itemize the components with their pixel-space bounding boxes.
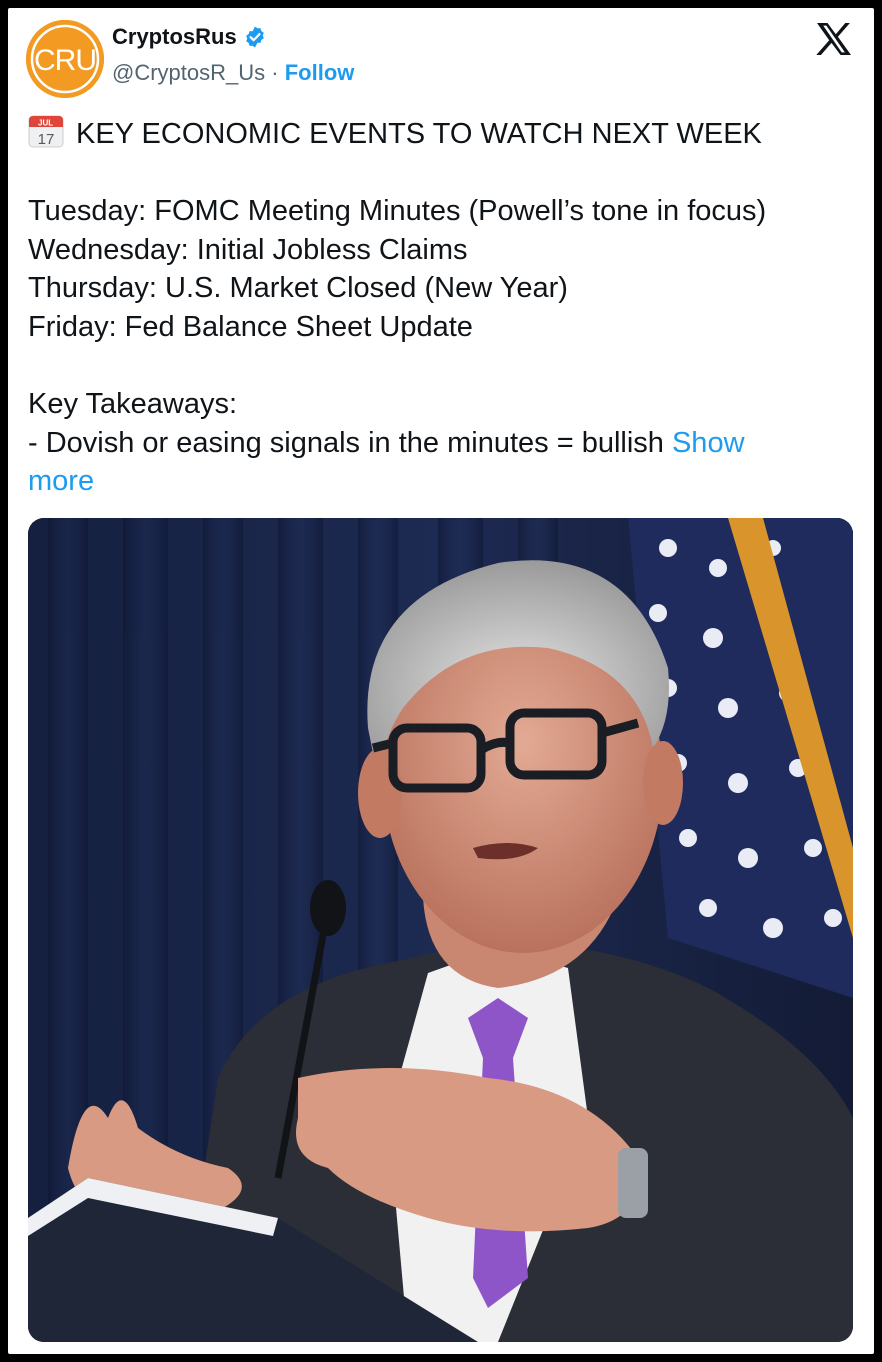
author-name[interactable]: CryptosRus [112, 24, 237, 50]
follow-button[interactable]: Follow [285, 60, 355, 85]
event-line: Friday: Fed Balance Sheet Update [28, 310, 473, 343]
avatar-logo-icon: CRU [26, 20, 104, 98]
takeaway-line: - Dovish or easing signals in the minute… [28, 424, 848, 463]
avatar[interactable]: CRU [26, 20, 104, 98]
takeaways-title: Key Takeaways: [28, 388, 238, 421]
calendar-day: 17 [38, 131, 55, 148]
event-line: Thursday: U.S. Market Closed (New Year) [28, 272, 568, 305]
tweet-photo[interactable] [28, 518, 853, 1342]
show-more-link[interactable]: Show [672, 427, 745, 459]
author-handle-row: @CryptosR_Us · Follow [112, 60, 354, 86]
tweet-heading: KEY ECONOMIC EVENTS TO WATCH NEXT WEEK [76, 118, 762, 150]
handle-separator: · [271, 60, 279, 85]
calendar-icon: JUL 17 [28, 114, 64, 148]
tweet-card: CRU CryptosRus @CryptosR_Us · Follow JUL… [8, 8, 874, 1354]
verified-badge-icon [243, 25, 267, 49]
speaker-photo-image [28, 518, 853, 1342]
x-logo-icon[interactable] [816, 22, 852, 56]
tweet-text: JUL 17 KEY ECONOMIC EVENTS TO WATCH NEXT… [28, 114, 848, 501]
author-name-row: CryptosRus [112, 24, 267, 50]
calendar-month: JUL [38, 119, 53, 128]
takeaway-text: - Dovish or easing signals in the minute… [28, 426, 664, 459]
author-handle[interactable]: @CryptosR_Us [112, 60, 265, 85]
show-more-link-continued[interactable]: more [28, 465, 94, 497]
event-line: Wednesday: Initial Jobless Claims [28, 233, 468, 266]
tweet-heading-line: JUL 17 KEY ECONOMIC EVENTS TO WATCH NEXT… [28, 114, 848, 154]
show-more-line: more [28, 462, 848, 501]
event-line: Tuesday: FOMC Meeting Minutes (Powell’s … [28, 195, 767, 228]
avatar-text: CRU [34, 44, 96, 77]
